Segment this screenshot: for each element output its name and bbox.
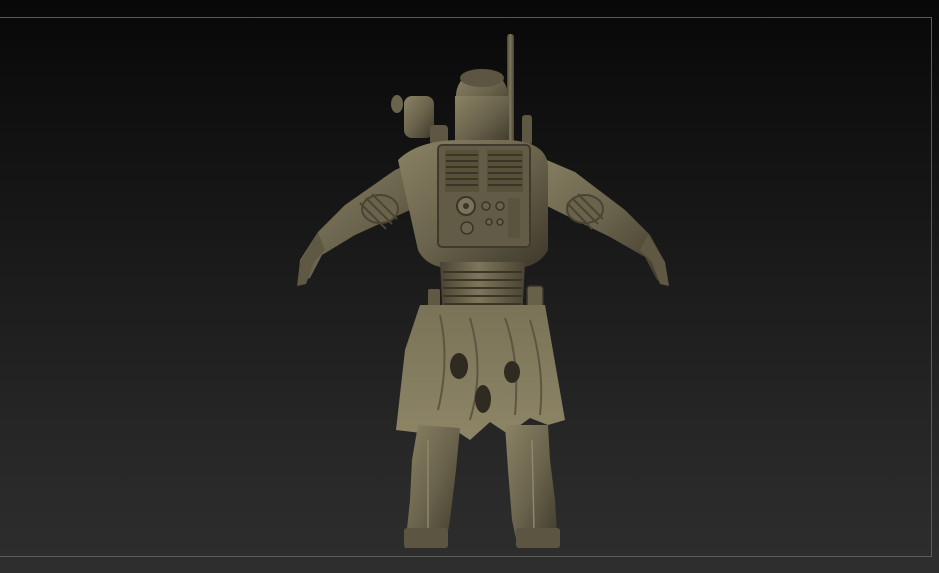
right-leg: [505, 425, 560, 548]
helmet: [455, 69, 509, 146]
sculpt-viewport[interactable]: [0, 0, 939, 573]
tattered-skirt: [396, 305, 565, 440]
model-render[interactable]: [0, 0, 939, 573]
radio-backpack: [437, 144, 531, 248]
left-leg: [404, 425, 460, 548]
canteen: [391, 95, 448, 145]
antenna: [507, 34, 532, 146]
